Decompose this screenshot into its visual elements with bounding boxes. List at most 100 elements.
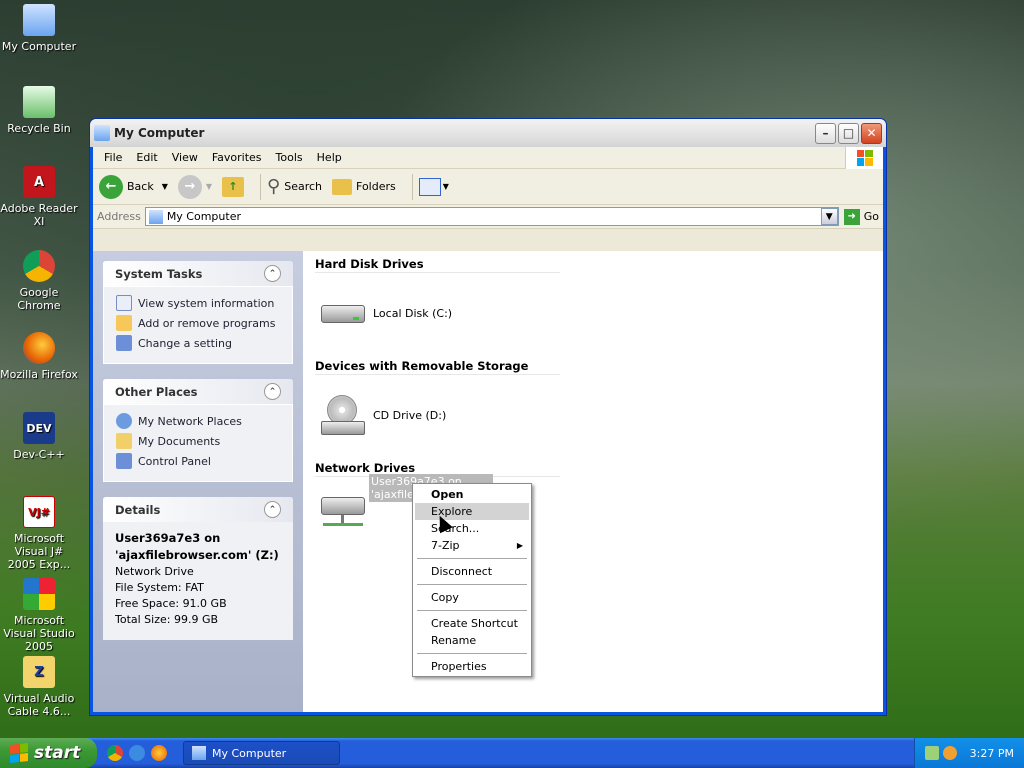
desktop-icon-label: Microsoft Visual J# 2005 Exp... <box>7 532 71 571</box>
place-label: My Documents <box>138 434 221 448</box>
details-panel: Details ⌃ User369a7e3 on 'ajaxfilebrowse… <box>103 497 293 640</box>
desktop-icon-mozilla-firefox[interactable]: Mozilla Firefox <box>0 332 78 381</box>
forward-button[interactable]: → ▼ <box>177 174 212 199</box>
desktop-icon-label: My Computer <box>1 40 77 53</box>
drive-cd-d[interactable]: CD Drive (D:) <box>315 375 871 455</box>
details-name-line2: 'ajaxfilebrowser.com' (Z:) <box>115 548 279 562</box>
desktop-icon-label: Mozilla Firefox <box>0 368 78 381</box>
window-computer-icon <box>94 125 110 141</box>
up-folder-button[interactable]: ↑ <box>222 176 245 197</box>
search-icon: ⚲ <box>267 176 281 197</box>
desktop-icon-my-computer[interactable]: My Computer <box>0 4 78 53</box>
virtual-audio-cable-icon: Z <box>23 656 55 688</box>
menu-help[interactable]: Help <box>310 151 349 164</box>
dev-cpp-icon: DEV <box>23 412 55 444</box>
visual-studio-icon <box>23 578 55 610</box>
details-free-space: Free Space: 91.0 GB <box>115 597 227 610</box>
details-title: Details <box>115 502 161 517</box>
go-label: Go <box>863 210 879 223</box>
folders-label: Folders <box>356 180 396 193</box>
other-places-header[interactable]: Other Places ⌃ <box>103 379 293 404</box>
desktop-icon-label: Microsoft Visual Studio 2005 <box>3 614 75 653</box>
context-menu: Open Explore Search... 7-Zip ▶ Disconnec… <box>412 483 532 677</box>
folders-icon <box>332 178 353 195</box>
search-label: Search <box>284 180 323 193</box>
address-bar: Address My Computer ▼ ➜ Go <box>93 205 883 229</box>
add-remove-programs-link[interactable]: Add or remove programs <box>116 313 280 333</box>
go-button[interactable]: ➜ Go <box>843 208 879 225</box>
task-label: View system information <box>138 296 275 310</box>
maximize-button[interactable]: □ <box>838 122 859 144</box>
collapse-chevron-icon[interactable]: ⌃ <box>264 501 281 518</box>
address-value: My Computer <box>166 210 241 223</box>
ctx-rename[interactable]: Rename <box>415 632 529 649</box>
menu-edit[interactable]: Edit <box>129 151 164 164</box>
submenu-arrow-icon: ▶ <box>516 541 523 550</box>
up-folder-icon: ↑ <box>222 176 245 197</box>
back-button[interactable]: ← Back ▼ <box>99 174 168 199</box>
network-tray-icon[interactable] <box>925 746 939 760</box>
ctx-create-shortcut[interactable]: Create Shortcut <box>415 615 529 632</box>
address-computer-icon <box>148 209 163 224</box>
menu-favorites[interactable]: Favorites <box>205 151 269 164</box>
desktop-icon-visual-jsharp[interactable]: VJ# Microsoft Visual J# 2005 Exp... <box>0 496 78 571</box>
details-name-line1: User369a7e3 on <box>115 531 221 545</box>
collapse-chevron-icon[interactable]: ⌃ <box>264 383 281 400</box>
taskbar-my-computer[interactable]: My Computer <box>183 741 340 765</box>
internet-explorer-icon[interactable] <box>129 745 145 761</box>
other-places-panel: Other Places ⌃ My Network Places My Docu… <box>103 379 293 482</box>
start-button[interactable]: start <box>0 738 97 768</box>
go-arrow-icon: ➜ <box>843 208 860 225</box>
ctx-properties[interactable]: Properties <box>415 658 529 675</box>
address-input[interactable]: My Computer <box>144 207 839 226</box>
desktop-icon-google-chrome[interactable]: Google Chrome <box>0 250 78 312</box>
network-drive-icon <box>319 487 367 527</box>
desktop-icon-adobe-reader[interactable]: A Adobe Reader XI <box>0 166 78 228</box>
menu-bar: File Edit View Favorites Tools Help <box>93 146 883 169</box>
desktop-icon-recycle-bin[interactable]: Recycle Bin <box>0 86 78 135</box>
ctx-search[interactable]: Search... <box>415 520 529 537</box>
details-header[interactable]: Details ⌃ <box>103 497 293 522</box>
address-dropdown-icon[interactable]: ▼ <box>820 208 838 225</box>
chrome-icon[interactable] <box>107 745 123 761</box>
forward-dropdown-icon[interactable]: ▼ <box>206 182 212 191</box>
title-bar[interactable]: My Computer – □ ✕ <box>90 119 886 147</box>
my-network-places-link[interactable]: My Network Places <box>116 411 280 431</box>
views-button[interactable]: ▼ <box>418 177 449 196</box>
ctx-disconnect[interactable]: Disconnect <box>415 563 529 580</box>
other-places-title: Other Places <box>115 384 198 399</box>
folders-button[interactable]: Folders <box>332 178 396 195</box>
menu-file[interactable]: File <box>97 151 129 164</box>
firefox-icon <box>23 332 55 364</box>
collapse-chevron-icon[interactable]: ⌃ <box>264 265 281 282</box>
menu-view[interactable]: View <box>165 151 205 164</box>
drive-local-disk-c[interactable]: Local Disk (C:) <box>315 273 871 353</box>
desktop-icon-virtual-audio-cable[interactable]: Z Virtual Audio Cable 4.6... <box>0 656 78 718</box>
close-button[interactable]: ✕ <box>861 122 882 144</box>
task-label: Add or remove programs <box>138 316 276 330</box>
search-tray-icon[interactable] <box>943 746 957 760</box>
search-button[interactable]: ⚲ Search <box>267 176 322 197</box>
desktop-icon-label: Dev-C++ <box>13 448 65 461</box>
task-pane: System Tasks ⌃ View system information A… <box>93 251 303 712</box>
add-remove-programs-icon <box>116 315 132 331</box>
ctx-explore[interactable]: Explore <box>415 503 529 520</box>
my-documents-link[interactable]: My Documents <box>116 431 280 451</box>
ctx-open[interactable]: Open <box>415 486 529 503</box>
desktop-icon-dev-cpp[interactable]: DEV Dev-C++ <box>0 412 78 461</box>
minimize-button[interactable]: – <box>815 122 836 144</box>
firefox-icon[interactable] <box>151 745 167 761</box>
desktop-icon-visual-studio[interactable]: Microsoft Visual Studio 2005 <box>0 578 78 653</box>
system-tasks-header[interactable]: System Tasks ⌃ <box>103 261 293 286</box>
change-setting-link[interactable]: Change a setting <box>116 333 280 353</box>
menu-tools[interactable]: Tools <box>269 151 310 164</box>
control-panel-link[interactable]: Control Panel <box>116 451 280 471</box>
view-system-info-link[interactable]: View system information <box>116 293 280 313</box>
clock[interactable]: 3:27 PM <box>970 747 1014 760</box>
start-label: start <box>34 743 81 763</box>
system-tray: 3:27 PM <box>914 738 1024 768</box>
ctx-copy[interactable]: Copy <box>415 589 529 606</box>
ctx-7zip[interactable]: 7-Zip ▶ <box>415 537 529 554</box>
details-filesystem: File System: FAT <box>115 581 204 594</box>
back-dropdown-icon[interactable]: ▼ <box>162 182 168 191</box>
